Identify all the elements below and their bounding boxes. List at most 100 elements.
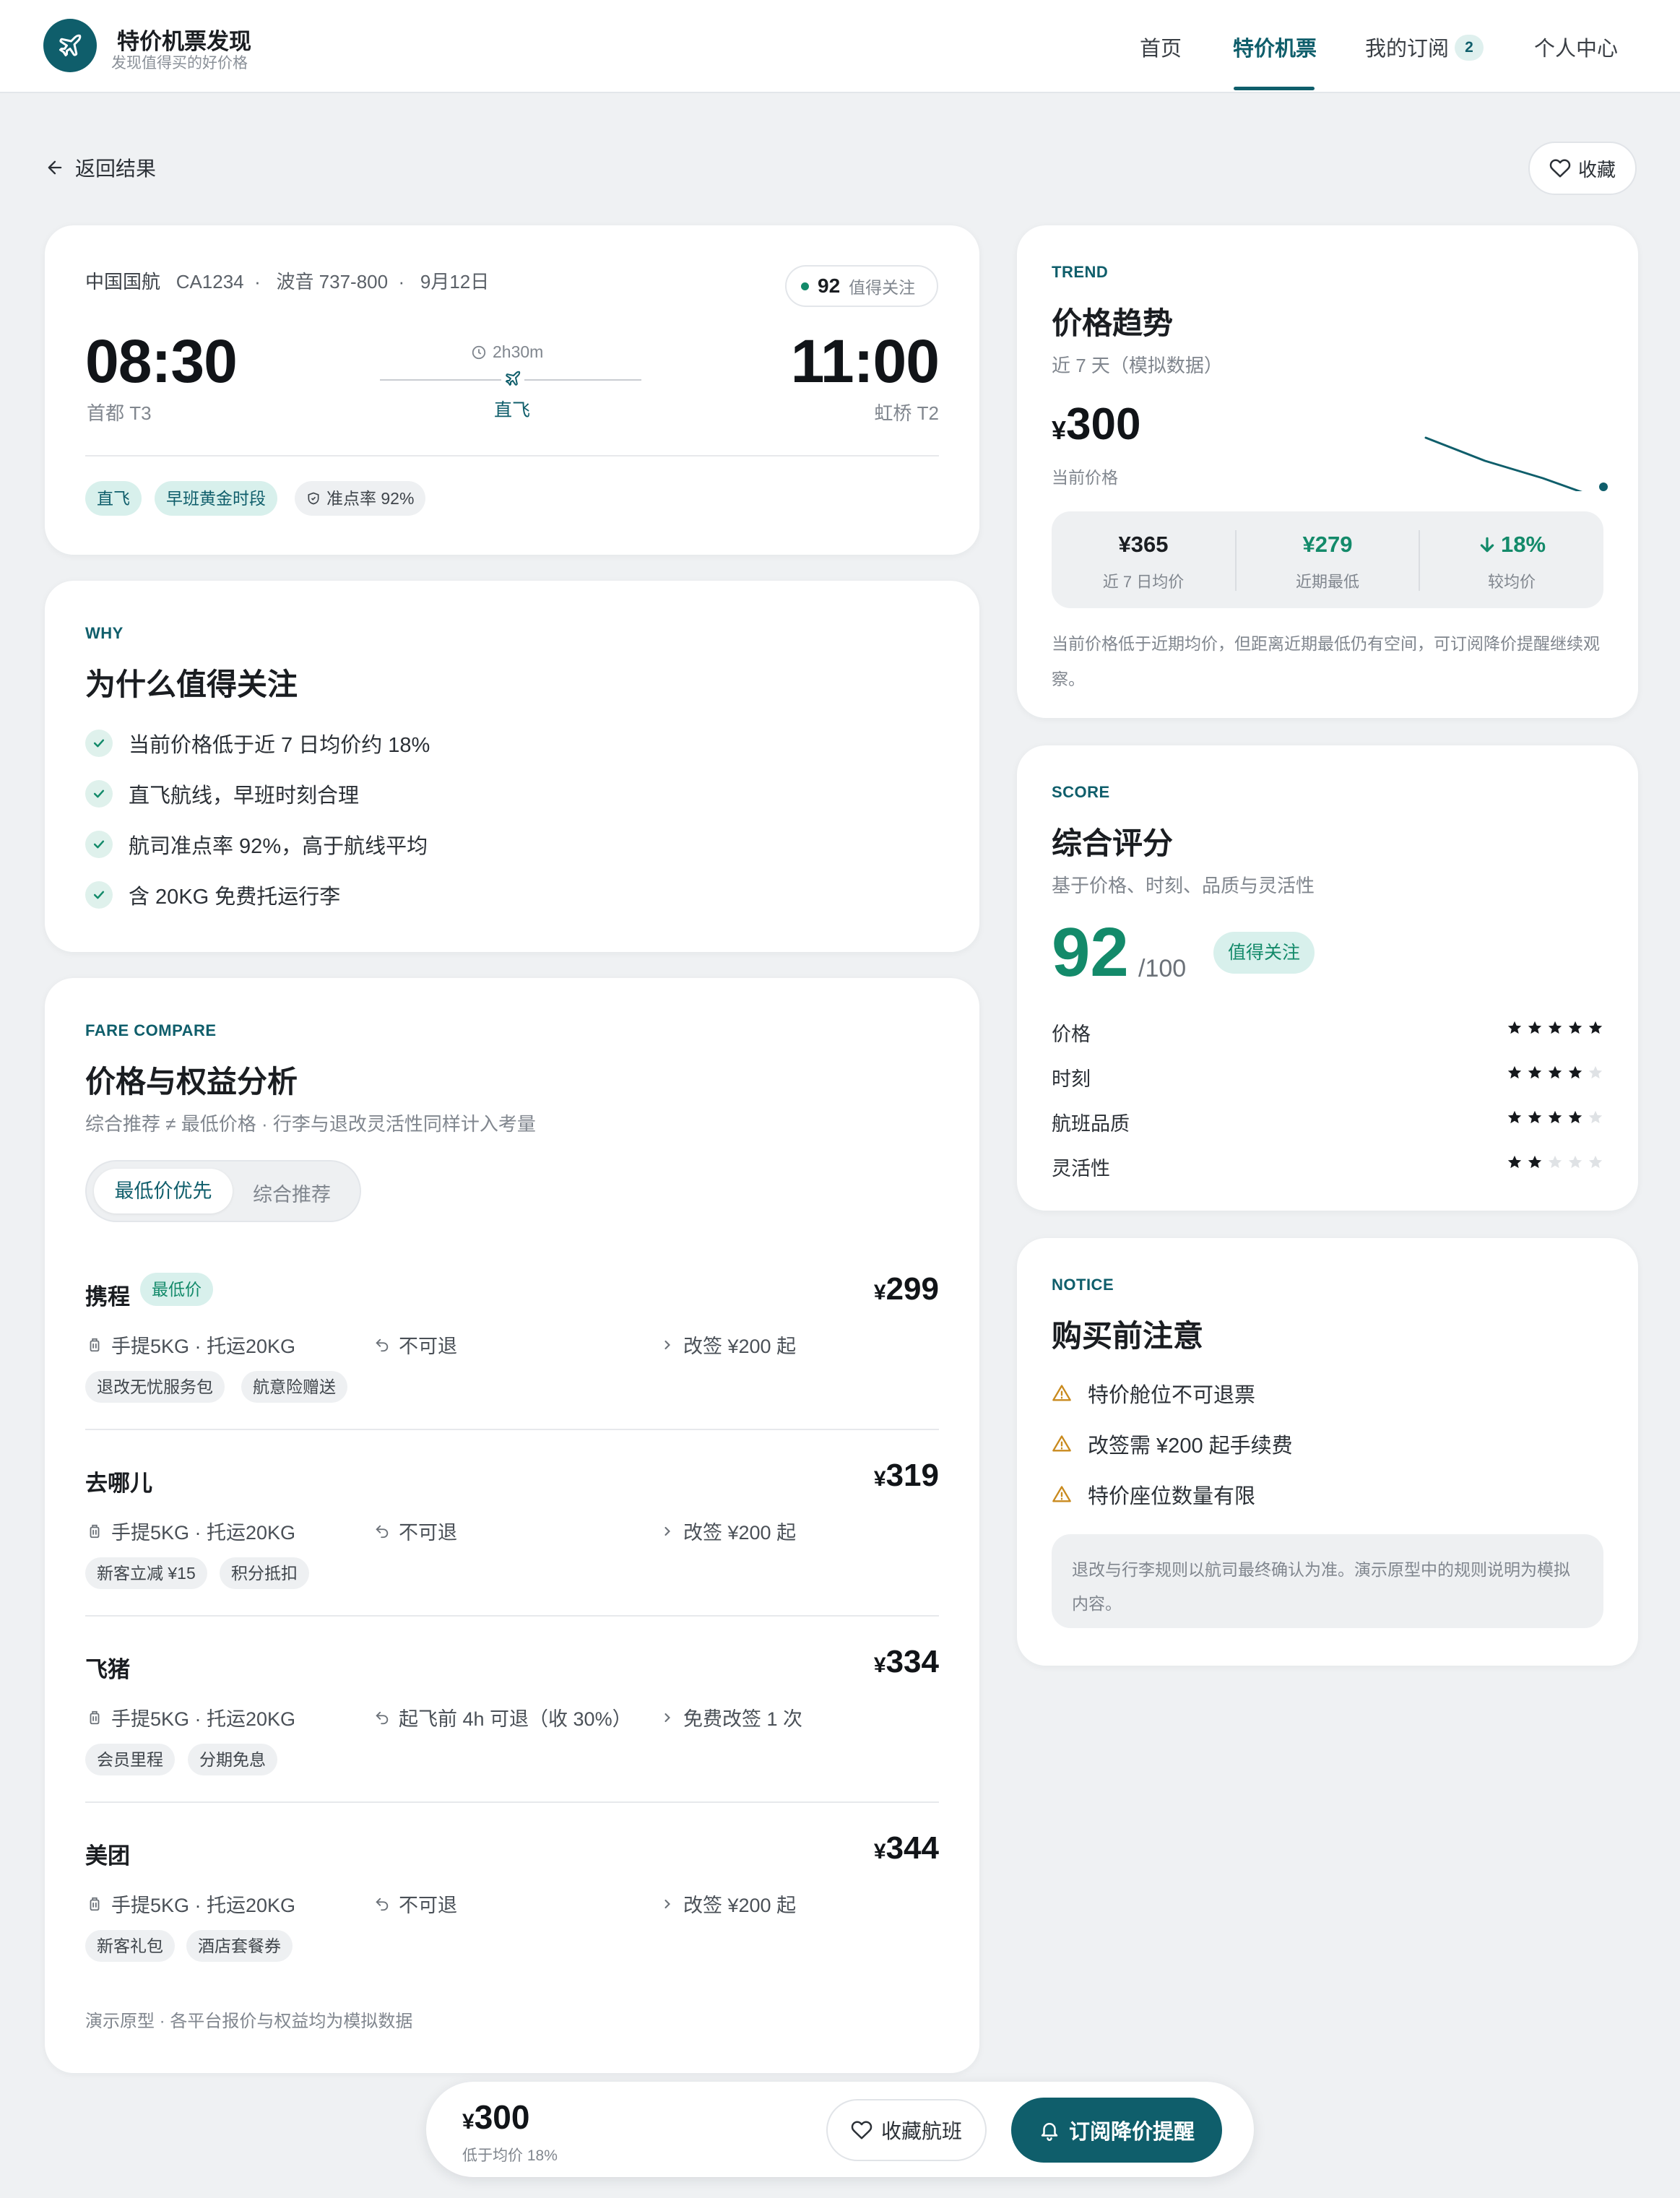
fare-compare-card: FARE COMPARE 价格与权益分析 综合推荐 ≠ 最低价格 · 行李与退改…	[45, 978, 979, 2073]
undo-icon	[376, 1898, 389, 1911]
fare-price: ¥319	[873, 1458, 939, 1493]
trend-stats: ¥365 近 7 日均价 ¥279 近期最低 18% 较均价	[1052, 511, 1603, 608]
departure-time: 08:30	[85, 327, 238, 395]
fare-change: 免费改签 1 次	[660, 1703, 802, 1731]
current-price: ¥300	[1052, 399, 1141, 449]
fare-price: ¥344	[873, 1830, 939, 1866]
notice-title: 购买前注意	[1052, 1319, 1204, 1353]
fare-baggage-text: 手提5KG · 托运20KG	[111, 1708, 296, 1730]
bottom-price: ¥300	[462, 2098, 530, 2136]
arrow-left-icon	[48, 160, 62, 175]
airline-name: 中国国航	[85, 271, 161, 293]
back-link[interactable]: 返回结果	[45, 153, 156, 182]
chevron-right-icon	[664, 1899, 670, 1908]
fare-perk-tag: 新客礼包	[85, 1930, 175, 1962]
save-flight-button[interactable]: 收藏航班	[826, 2099, 987, 2161]
sort-lowest-tab[interactable]: 最低价优先	[94, 1169, 233, 1213]
subscribe-alert-label: 订阅降价提醒	[1068, 2121, 1195, 2144]
bottom-price-note: 低于均价 18%	[462, 2147, 558, 2164]
nav-subscriptions[interactable]: 我的订阅	[1365, 32, 1449, 62]
why-item: 当前价格低于近 7 日均价约 18%	[85, 728, 430, 758]
fare-price-value: 334	[886, 1644, 939, 1679]
fare-footnote: 演示原型 · 各平台报价与权益均为模拟数据	[85, 2012, 413, 2031]
top-header: 特价机票发现 发现值得买的好价格 首页 特价机票 我的订阅 2 个人中心	[0, 0, 1680, 93]
favorite-button[interactable]: 收藏	[1528, 142, 1637, 195]
fare-baggage-text: 手提5KG · 托运20KG	[111, 1522, 296, 1544]
star-icon	[1588, 1110, 1603, 1124]
logo[interactable]	[43, 19, 97, 72]
rating-row: 价格	[1052, 1016, 1603, 1045]
arrival-time: 11:00	[790, 327, 940, 395]
subscriptions-count-badge: 2	[1455, 35, 1484, 61]
stat-average-label: 近 7 日均价	[1102, 573, 1185, 591]
fare-refund-text: 不可退	[399, 1895, 457, 1916]
stat-lowest-label: 近期最低	[1295, 573, 1359, 591]
star-icon	[1507, 1065, 1522, 1079]
rating-label: 时刻	[1052, 1068, 1091, 1090]
check-icon	[85, 881, 113, 909]
rating-stars	[1507, 1154, 1603, 1170]
notice-item: 特价座位数量有限	[1052, 1479, 1255, 1510]
rating-stars	[1507, 1109, 1603, 1125]
score-subtitle: 基于价格、时刻、品质与灵活性	[1052, 875, 1315, 896]
fare-refund: 起飞前 4h 可退（收 30%）	[374, 1703, 632, 1731]
luggage-icon	[90, 1897, 100, 1911]
score-chip-label: 值得关注	[849, 278, 916, 297]
nav-home[interactable]: 首页	[1140, 32, 1182, 62]
chevron-right-icon	[664, 1713, 670, 1722]
trend-subtitle: 近 7 天（模拟数据）	[1052, 355, 1223, 376]
subscribe-alert-button[interactable]: 订阅降价提醒	[1011, 2098, 1222, 2163]
score-chip: 92 值得关注	[785, 265, 938, 307]
luggage-icon	[90, 1338, 100, 1351]
tag-morning: 早班黄金时段	[155, 481, 277, 516]
why-eyebrow: WHY	[85, 624, 124, 642]
star-icon	[1588, 1155, 1603, 1169]
star-icon	[1528, 1110, 1542, 1124]
star-icon	[1568, 1110, 1582, 1124]
fare-baggage-text: 手提5KG · 托运20KG	[111, 1336, 296, 1357]
divider	[85, 1429, 939, 1430]
why-item-text: 直飞航线，早班时刻合理	[129, 784, 360, 808]
sort-toggle: 最低价优先 综合推荐	[85, 1160, 361, 1222]
fare-perk-tag: 退改无忧服务包	[85, 1371, 225, 1403]
star-icon	[1588, 1021, 1603, 1034]
arrival-airport: 虹桥 T2	[874, 402, 939, 424]
fare-perk-tag: 分期免息	[188, 1744, 277, 1775]
star-icon	[1507, 1155, 1522, 1169]
fare-price-value: 319	[886, 1458, 939, 1493]
nav-deals[interactable]: 特价机票	[1233, 32, 1317, 62]
notice-disclaimer: 退改与行李规则以航司最终确认为准。演示原型中的规则说明为模拟内容。	[1052, 1534, 1603, 1628]
divider	[85, 1801, 939, 1803]
bell-icon	[1041, 2123, 1058, 2141]
fare-change-text: 改签 ¥200 起	[683, 1895, 797, 1916]
fare-subtitle: 综合推荐 ≠ 最低价格 · 行李与退改灵活性同样计入考量	[85, 1113, 536, 1135]
nav-active-indicator	[1234, 87, 1315, 90]
status-dot-icon	[801, 282, 809, 290]
rating-stars	[1507, 1065, 1603, 1081]
trend-note: 当前价格低于近期均价，但距离近期最低仍有空间，可订阅降价提醒继续观察。	[1052, 634, 1600, 688]
why-item-text: 航司准点率 92%，高于航线平均	[129, 835, 428, 858]
notice-item: 改签需 ¥200 起手续费	[1052, 1429, 1293, 1459]
departure-airport: 首都 T3	[87, 402, 152, 424]
why-card: WHY 为什么值得关注 当前价格低于近 7 日均价约 18% 直飞航线，早班时刻…	[45, 581, 979, 952]
sort-recommended-tab[interactable]: 综合推荐	[253, 1179, 331, 1207]
fare-perk-tag: 酒店套餐券	[186, 1930, 293, 1962]
score-max: /100	[1138, 955, 1187, 982]
duration-text: 2h30m	[493, 342, 544, 361]
star-icon	[1528, 1155, 1542, 1169]
nav-profile[interactable]: 个人中心	[1534, 32, 1618, 62]
star-icon	[1548, 1155, 1562, 1169]
current-price-label: 当前价格	[1052, 468, 1118, 487]
score-badge: 值得关注	[1213, 932, 1315, 974]
rating-row: 灵活性	[1052, 1150, 1603, 1180]
star-icon	[1548, 1110, 1562, 1124]
plane-icon	[59, 34, 82, 56]
divider	[85, 455, 939, 457]
fare-platform: 去哪儿	[85, 1471, 152, 1496]
fare-refund: 不可退	[374, 1890, 457, 1918]
flight-date: 9月12日	[420, 271, 490, 293]
undo-icon	[376, 1525, 389, 1538]
fare-change-text: 改签 ¥200 起	[683, 1336, 797, 1357]
flight-duration: 2h30m	[471, 342, 543, 362]
current-price-value: 300	[1066, 399, 1141, 449]
